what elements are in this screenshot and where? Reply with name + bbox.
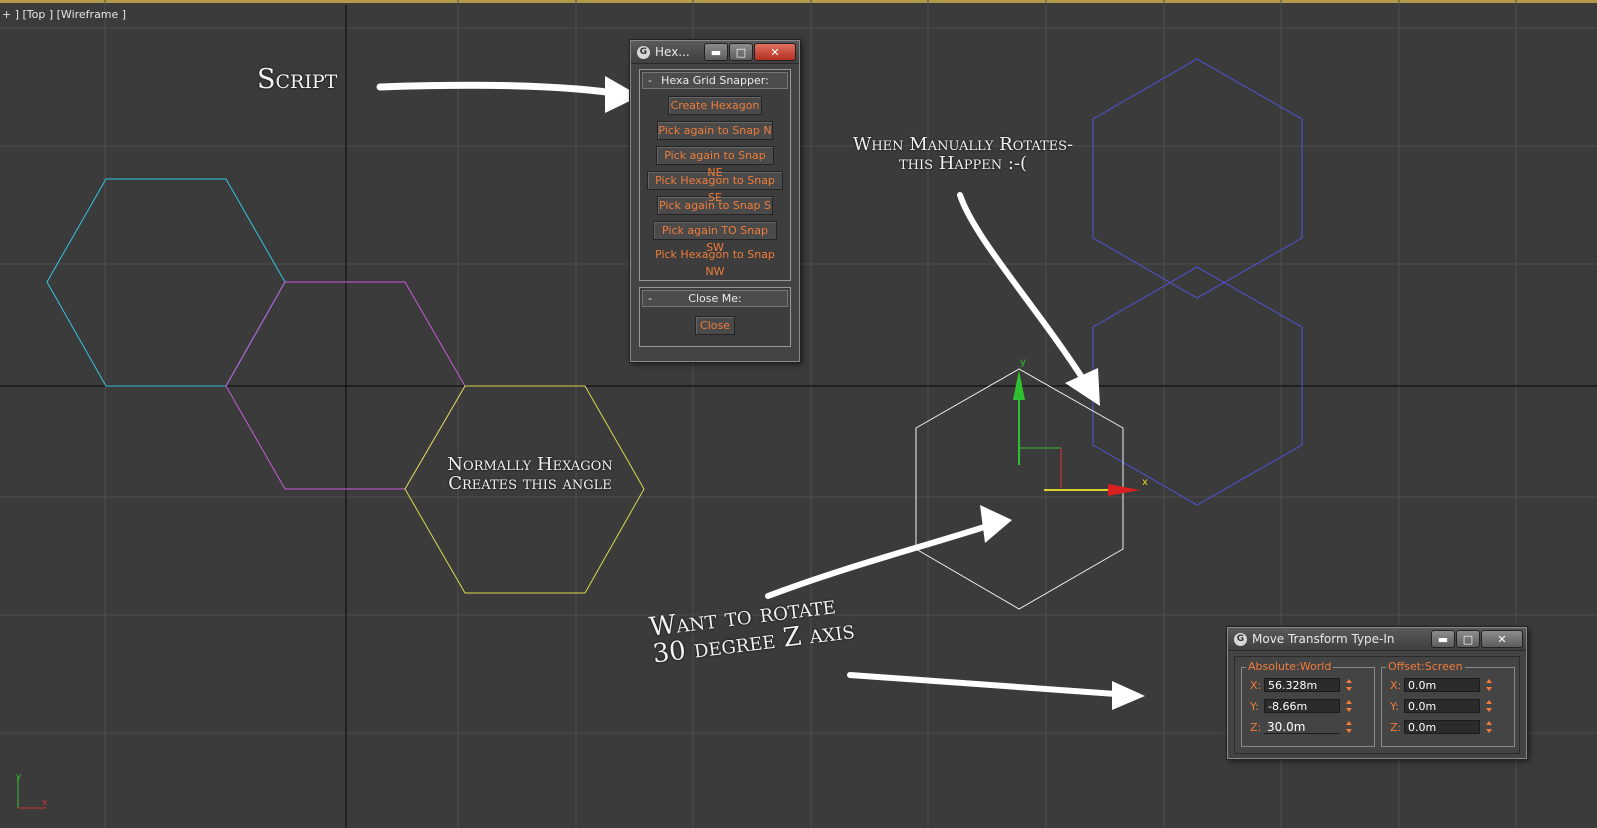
annotation-rotate-line2: this Happen :-(: [898, 152, 1028, 174]
move-transform-typein-window[interactable]: G Move Transform Type-In ▬ □ ✕ Absolute:…: [1227, 627, 1527, 759]
hexagon-cyan[interactable]: [46, 178, 286, 387]
absolute-world-group: Absolute:World X: Y: Z:: [1241, 660, 1375, 747]
rollout-close-me-header[interactable]: - Close Me:: [642, 290, 788, 307]
annotation-normal: Normally Hexagon Creates this angle: [430, 455, 630, 494]
rollout-collapse-icon: -: [648, 74, 652, 87]
off-x-spinner[interactable]: [1484, 678, 1493, 692]
maximize-button[interactable]: □: [1456, 630, 1480, 648]
snap-s-button[interactable]: Pick again to Snap S: [657, 196, 773, 215]
abs-x-field[interactable]: [1264, 678, 1340, 692]
viewport-top-wireframe[interactable]: x y y x + ] [Top ] [Wireframe ] Script W…: [0, 0, 1597, 828]
abs-x-label: X:: [1250, 678, 1262, 692]
arrow-want-up-head: [980, 505, 1012, 543]
off-y-label: Y:: [1390, 699, 1399, 713]
script-window-hexa-grid[interactable]: G Hex... ▬ □ ✕ - Hexa Grid Snapper: Crea…: [630, 40, 800, 362]
off-z-spinner[interactable]: [1484, 720, 1493, 734]
rollout-close-collapse-icon: -: [648, 292, 652, 305]
app-icon: G: [1234, 632, 1247, 646]
script-window-titlebar[interactable]: G Hex... ▬ □ ✕: [631, 41, 799, 64]
snap-ne-button[interactable]: Pick again to Snap NE: [656, 146, 774, 179]
transform-window-titlebar[interactable]: G Move Transform Type-In ▬ □ ✕: [1228, 628, 1526, 651]
arrow-want-right: [847, 672, 1133, 698]
snap-n-button[interactable]: Pick again to Snap N: [657, 121, 773, 140]
script-window-title: Hex...: [655, 45, 690, 59]
transform-window-title: Move Transform Type-In: [1252, 632, 1395, 646]
gizmo-x-label: x: [1142, 477, 1148, 488]
snap-sw-button[interactable]: Pick again TO Snap SW: [653, 221, 777, 254]
corner-axis-tripod: y x: [16, 772, 48, 809]
offset-screen-label: Offset:Screen: [1386, 660, 1465, 673]
abs-z-spinner[interactable]: [1344, 720, 1353, 734]
off-y-spinner[interactable]: [1484, 699, 1493, 713]
rollout-close-me: - Close Me: Close: [639, 287, 791, 347]
rollout-hexa-grid-snapper-title: Hexa Grid Snapper:: [661, 74, 769, 87]
arrow-want-right-head: [1112, 681, 1145, 710]
arrow-want-up: [765, 519, 1003, 599]
close-window-button[interactable]: ✕: [1481, 630, 1523, 648]
rollout-hexa-grid-snapper-header[interactable]: - Hexa Grid Snapper:: [642, 72, 788, 89]
snap-se-button[interactable]: Pick Hexagon to Snap SE: [647, 171, 783, 204]
minimize-button[interactable]: ▬: [1431, 630, 1455, 648]
viewport-label-menu[interactable]: + ] [Top ] [Wireframe ]: [2, 8, 126, 21]
gizmo-y-label: y: [1020, 357, 1026, 368]
abs-x-spinner[interactable]: [1344, 678, 1353, 692]
hexagon-blue-upper[interactable]: [1092, 58, 1303, 299]
rollout-close-me-title: Close Me:: [688, 292, 742, 305]
off-y-field[interactable]: [1404, 699, 1480, 713]
abs-z-field[interactable]: [1264, 720, 1340, 734]
transform-window-body: Absolute:World X: Y: Z:: [1234, 656, 1520, 754]
maximize-button[interactable]: □: [729, 43, 753, 61]
offset-screen-group: Offset:Screen X: Y: Z:: [1381, 660, 1515, 747]
abs-y-field[interactable]: [1264, 699, 1340, 713]
abs-y-spinner[interactable]: [1344, 699, 1353, 713]
annotation-rotate: When Manually Rotates- this Happen :-(: [838, 135, 1088, 174]
create-hexagon-button[interactable]: Create Hexagon: [668, 96, 762, 115]
annotation-script: Script: [257, 64, 338, 95]
rollout-hexa-grid-snapper: - Hexa Grid Snapper: Create Hexagon Pick…: [639, 69, 791, 281]
app-icon: G: [637, 45, 650, 59]
close-window-button[interactable]: ✕: [754, 43, 796, 61]
corner-axis-y: y: [16, 772, 22, 782]
arrow-script: [376, 81, 632, 99]
off-x-field[interactable]: [1404, 678, 1480, 692]
off-x-label: X:: [1390, 678, 1402, 692]
corner-axis-x: x: [42, 798, 48, 808]
absolute-world-label: Absolute:World: [1246, 660, 1334, 673]
annotation-normal-line2: Creates this angle: [448, 472, 612, 494]
minimize-button[interactable]: ▬: [704, 43, 728, 61]
close-button[interactable]: Close: [695, 316, 735, 335]
snap-nw-button[interactable]: Pick Hexagon to Snap NW: [647, 246, 783, 278]
off-z-label: Z:: [1390, 720, 1402, 734]
abs-z-label: Z:: [1250, 720, 1262, 734]
abs-y-label: Y:: [1250, 699, 1259, 713]
off-z-field[interactable]: [1404, 720, 1480, 734]
script-window-body: - Hexa Grid Snapper: Create Hexagon Pick…: [631, 64, 799, 347]
